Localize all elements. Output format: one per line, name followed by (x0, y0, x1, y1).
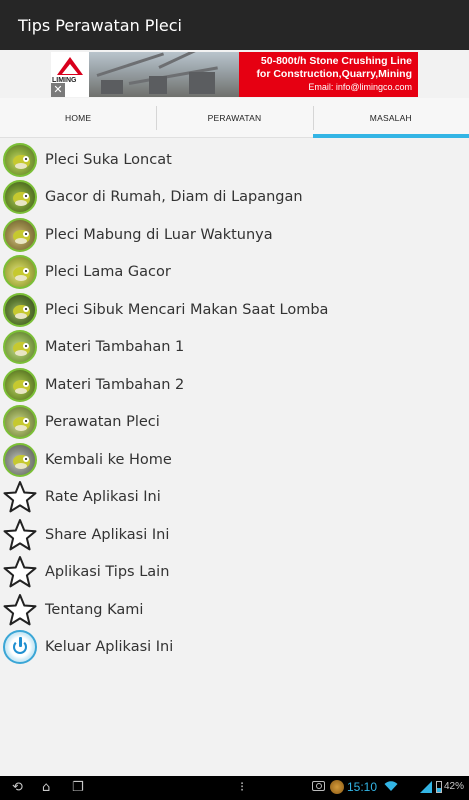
list-item-label: Perawatan Pleci (45, 414, 160, 431)
ad-email: Email: info@limingco.com (308, 82, 412, 92)
list-item-label: Kembali ke Home (45, 451, 172, 468)
ad-close-icon[interactable]: ✕ (51, 83, 65, 97)
list-item-label: Pleci Suka Loncat (45, 151, 172, 168)
list-item-label: Share Aplikasi Ini (45, 526, 170, 543)
list-item-label: Pleci Mabung di Luar Waktunya (45, 226, 273, 243)
battery-percentage: 42% (444, 781, 465, 792)
list-item[interactable]: Kembali ke Home (0, 441, 469, 479)
star-icon (3, 481, 37, 513)
bird-icon (3, 142, 37, 177)
list-item[interactable]: Rate Aplikasi Ini (0, 479, 469, 517)
system-navigation-bar: ⟲ ⌂ ❐ ⁝ 15:10 42% (0, 776, 469, 800)
ad-headline: 50-800t/h Stone Crushing Line (260, 55, 412, 67)
power-icon (3, 630, 37, 665)
bird-icon (3, 405, 37, 440)
tab-masalah[interactable]: MASALAH (312, 98, 469, 138)
bird-icon (3, 367, 37, 402)
ad-banner-area: LIMING ✕ 50-800t/h Stone Crushing Line f… (0, 50, 469, 98)
clock: 15:10 (347, 780, 378, 794)
list-item-label: Tentang Kami (45, 601, 144, 618)
list-item-label: Pleci Sibuk Mencari Makan Saat Lomba (45, 301, 329, 318)
screenshot-icon (312, 781, 325, 791)
tab-home[interactable]: HOME (0, 98, 156, 137)
list-item-label: Keluar Aplikasi Ini (45, 639, 174, 656)
list-item[interactable]: Gacor di Rumah, Diam di Lapangan (0, 179, 469, 217)
bird-icon (3, 255, 37, 290)
menu-icon[interactable]: ⁝ (240, 780, 244, 796)
ad-photo (89, 52, 239, 97)
list-item[interactable]: Materi Tambahan 2 (0, 366, 469, 404)
star-icon (3, 593, 37, 626)
ad-banner[interactable]: LIMING ✕ 50-800t/h Stone Crushing Line f… (51, 52, 418, 97)
bird-icon (3, 292, 37, 327)
list-item-label: Gacor di Rumah, Diam di Lapangan (45, 189, 303, 206)
list-item[interactable]: Pleci Suka Loncat (0, 141, 469, 179)
bird-icon (3, 180, 37, 215)
list-item[interactable]: Aplikasi Tips Lain (0, 554, 469, 592)
ad-text-panel: 50-800t/h Stone Crushing Line for Constr… (239, 52, 418, 97)
wifi-icon (384, 781, 398, 791)
menu-list: Pleci Suka Loncat Gacor di Rumah, Diam d… (0, 141, 469, 666)
back-icon[interactable]: ⟲ (12, 780, 23, 796)
star-icon (3, 556, 37, 588)
bird-icon (3, 330, 37, 365)
battery-icon (436, 781, 442, 793)
app-title: Tips Perawatan Pleci (18, 15, 182, 35)
list-item-label: Rate Aplikasi Ini (45, 489, 161, 506)
list-item[interactable]: Tentang Kami (0, 591, 469, 629)
home-icon[interactable]: ⌂ (42, 780, 50, 796)
signal-icon (420, 781, 432, 793)
bird-icon (3, 217, 37, 252)
list-item[interactable]: Pleci Lama Gacor (0, 254, 469, 292)
list-item[interactable]: Perawatan Pleci (0, 404, 469, 442)
tab-perawatan[interactable]: PERAWATAN (156, 98, 312, 137)
bird-icon (3, 442, 37, 477)
list-item[interactable]: Materi Tambahan 1 (0, 329, 469, 367)
list-item[interactable]: Pleci Mabung di Luar Waktunya (0, 216, 469, 254)
tab-bar: HOME PERAWATAN MASALAH (0, 98, 469, 138)
recent-apps-icon[interactable]: ❐ (72, 780, 84, 796)
ad-subheadline: for Construction,Quarry,Mining (256, 68, 412, 80)
list-item[interactable]: Share Aplikasi Ini (0, 516, 469, 554)
action-bar: Tips Perawatan Pleci (0, 0, 469, 50)
list-item-label: Aplikasi Tips Lain (45, 564, 170, 581)
star-icon (3, 518, 37, 551)
list-item-label: Materi Tambahan 1 (45, 339, 185, 356)
list-item-label: Pleci Lama Gacor (45, 264, 171, 281)
list-item-label: Materi Tambahan 2 (45, 376, 185, 393)
list-item[interactable]: Pleci Sibuk Mencari Makan Saat Lomba (0, 291, 469, 329)
list-item[interactable]: Keluar Aplikasi Ini (0, 629, 469, 667)
notification-app-icon (330, 780, 344, 794)
